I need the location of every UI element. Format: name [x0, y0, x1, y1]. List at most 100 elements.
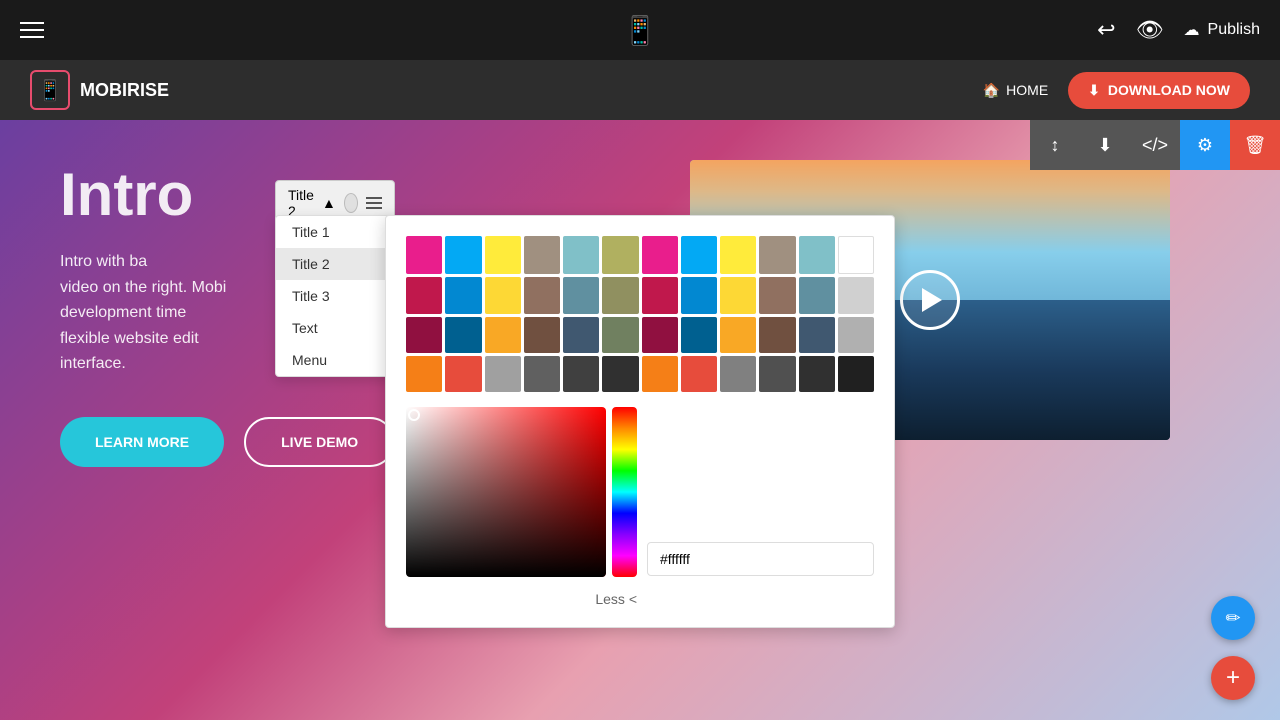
swatch[interactable] [524, 236, 560, 274]
plus-icon: + [1226, 664, 1240, 692]
color-circle[interactable] [344, 193, 358, 213]
swatch[interactable] [445, 236, 481, 274]
code-icon-button[interactable]: </> [1130, 120, 1180, 170]
settings-icon-button[interactable]: ⚙ [1180, 120, 1230, 170]
hex-input-wrapper [647, 407, 874, 576]
swatch[interactable] [563, 236, 599, 274]
swatch[interactable] [406, 356, 442, 392]
less-button[interactable]: Less < [406, 591, 637, 607]
move-icon-button[interactable]: ↕ [1030, 120, 1080, 170]
swatch[interactable] [485, 277, 521, 313]
download-button[interactable]: ⬇ DOWNLOAD NOW [1068, 72, 1250, 109]
swatch[interactable] [524, 317, 560, 353]
swatch[interactable] [642, 236, 678, 274]
swatch[interactable] [602, 356, 638, 392]
gradient-picker[interactable] [406, 407, 606, 577]
dropdown-menu: Title 1 Title 2 Title 3 Text Menu [275, 215, 395, 377]
nav-right: 🏠 HOME ⬇ DOWNLOAD NOW [983, 72, 1250, 109]
hamburger-menu[interactable] [20, 22, 44, 38]
dropdown-wrapper: Title 2 ▲ Title 1 Title 2 Title 3 Text M… [275, 180, 395, 226]
swatch[interactable] [602, 236, 638, 274]
swatch[interactable] [799, 236, 835, 274]
dropdown-item-title1[interactable]: Title 1 [276, 216, 394, 248]
swatch[interactable] [759, 277, 795, 313]
publish-button[interactable]: ☁ Publish [1184, 20, 1260, 40]
swatch[interactable] [838, 356, 874, 392]
swatch[interactable] [838, 317, 874, 353]
phone-icon: 📱 [623, 14, 658, 47]
home-icon: 🏠 [983, 82, 1000, 99]
swatch[interactable] [720, 236, 756, 274]
gradient-cursor [408, 409, 420, 421]
top-bar-left [20, 22, 44, 38]
dropdown-item-title3[interactable]: Title 3 [276, 280, 394, 312]
swatch[interactable] [759, 356, 795, 392]
swatch[interactable] [485, 236, 521, 274]
swatch[interactable] [602, 317, 638, 353]
swatch[interactable] [524, 356, 560, 392]
swatch[interactable] [602, 277, 638, 313]
color-swatches [406, 236, 874, 392]
toolbar-icons: ↕ ⬇ </> ⚙ 🗑 [1030, 120, 1280, 170]
swatch[interactable] [799, 317, 835, 353]
swatch-white[interactable] [838, 236, 874, 274]
top-bar-right: ↩ 👁 ☁ Publish [1097, 17, 1260, 43]
swatch[interactable] [681, 277, 717, 313]
nav-bar: 📱 MOBIRISE 🏠 HOME ⬇ DOWNLOAD NOW [0, 60, 1280, 120]
delete-icon-button[interactable]: 🗑 [1230, 120, 1280, 170]
swatch[interactable] [681, 236, 717, 274]
play-triangle-icon [922, 288, 942, 312]
learn-more-button[interactable]: LEARN MORE [60, 417, 224, 467]
home-label: HOME [1006, 82, 1048, 98]
logo-text: MOBIRISE [80, 80, 169, 101]
hex-input[interactable] [647, 542, 874, 576]
download-icon-button[interactable]: ⬇ [1080, 120, 1130, 170]
swatch[interactable] [406, 236, 442, 274]
swatch[interactable] [406, 277, 442, 313]
swatch[interactable] [406, 317, 442, 353]
swatch[interactable] [563, 277, 599, 313]
dropdown-item-title2[interactable]: Title 2 [276, 248, 394, 280]
swatch[interactable] [563, 317, 599, 353]
swatch[interactable] [642, 317, 678, 353]
top-bar-center: 📱 [623, 14, 658, 47]
swatch[interactable] [720, 356, 756, 392]
swatch[interactable] [563, 356, 599, 392]
top-bar: 📱 ↩ 👁 ☁ Publish [0, 0, 1280, 60]
swatch[interactable] [838, 277, 874, 313]
cloud-upload-icon: ☁ [1184, 20, 1200, 40]
dropdown-item-menu[interactable]: Menu [276, 344, 394, 376]
swatch[interactable] [681, 356, 717, 392]
align-icon[interactable] [366, 197, 382, 209]
swatch[interactable] [799, 356, 835, 392]
add-fab-button[interactable]: + [1211, 656, 1255, 700]
download-icon: ⬇ [1088, 82, 1100, 99]
edit-fab-button[interactable]: ✏ [1211, 596, 1255, 640]
swatch[interactable] [485, 356, 521, 392]
preview-icon[interactable]: 👁 [1136, 17, 1164, 43]
swatch[interactable] [445, 356, 481, 392]
swatch[interactable] [681, 317, 717, 353]
logo: 📱 MOBIRISE [30, 70, 169, 110]
swatch[interactable] [445, 277, 481, 313]
dropdown-arrow-icon: ▲ [322, 195, 336, 211]
swatch[interactable] [759, 236, 795, 274]
swatch[interactable] [759, 317, 795, 353]
dropdown-item-text[interactable]: Text [276, 312, 394, 344]
swatch[interactable] [720, 277, 756, 313]
undo-icon[interactable]: ↩ [1097, 17, 1115, 43]
swatch[interactable] [799, 277, 835, 313]
swatch[interactable] [445, 317, 481, 353]
swatch[interactable] [524, 277, 560, 313]
play-button[interactable] [900, 270, 960, 330]
swatch[interactable] [720, 317, 756, 353]
swatch[interactable] [642, 277, 678, 313]
home-link[interactable]: 🏠 HOME [983, 82, 1048, 99]
live-demo-button[interactable]: LIVE DEMO [244, 417, 395, 467]
swatch[interactable] [642, 356, 678, 392]
swatch[interactable] [485, 317, 521, 353]
download-label: DOWNLOAD NOW [1108, 82, 1230, 98]
edit-pencil-icon: ✏ [1225, 608, 1240, 629]
publish-label: Publish [1208, 21, 1260, 39]
hue-spectrum[interactable] [612, 407, 637, 577]
